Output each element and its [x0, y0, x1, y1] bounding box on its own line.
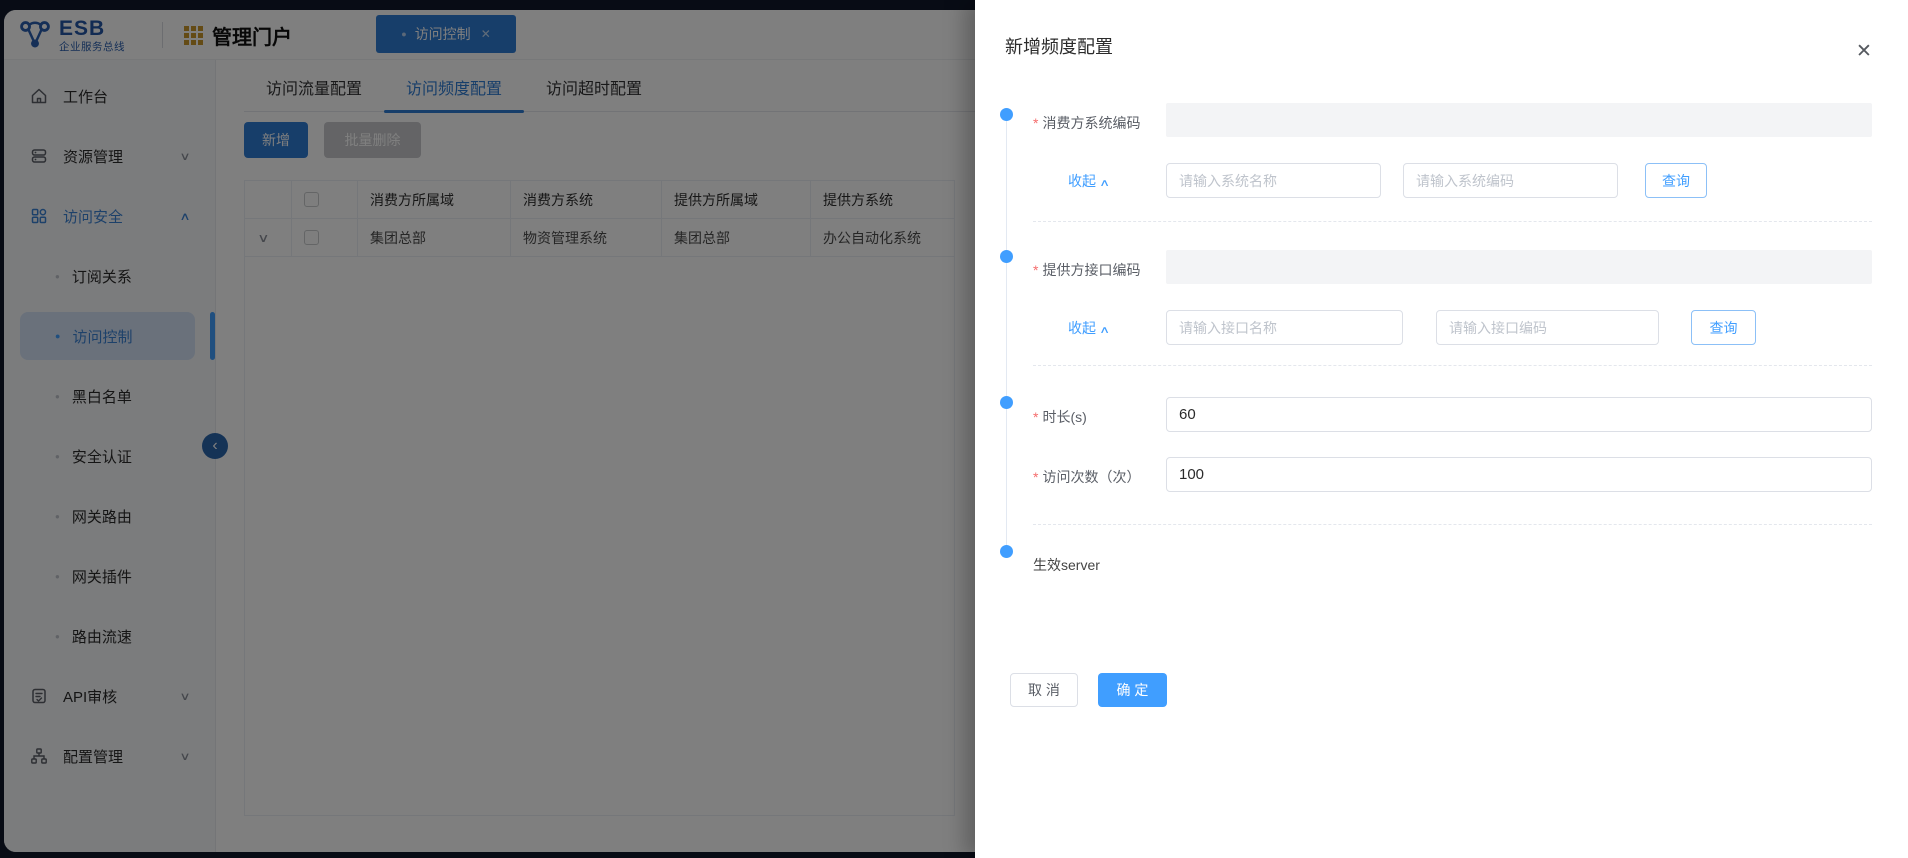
confirm-button[interactable]: 确 定 — [1098, 673, 1167, 707]
screen: ESB 企业服务总线 管理门户 ● 访问控制 ✕ 工作台 — [0, 0, 1908, 858]
required-asterisk: * — [1033, 409, 1038, 425]
section-divider — [1033, 221, 1872, 222]
collapse-link-provider[interactable]: 收起∧ — [1068, 318, 1108, 338]
timeline-dot — [1000, 396, 1013, 409]
provider-interface-code-label: *提供方接口编码 — [1033, 260, 1140, 280]
duration-label: *时长(s) — [1033, 407, 1087, 427]
timeline-dot — [1000, 108, 1013, 121]
consumer-system-code-label: *消费方系统编码 — [1033, 113, 1140, 133]
add-frequency-config-drawer: 新增频度配置 ✕ *消费方系统编码 收起∧ 查询 *提供方接口编码 收起∧ 查询 — [975, 0, 1908, 858]
drawer-close-icon[interactable]: ✕ — [1851, 38, 1877, 64]
effective-server-label: 生效server — [1033, 555, 1100, 575]
query-system-button[interactable]: 查询 — [1645, 163, 1707, 198]
drawer-title: 新增频度配置 — [1005, 33, 1113, 59]
visits-label: *访问次数（次） — [1033, 467, 1140, 487]
section-divider — [1033, 524, 1872, 525]
section-divider — [1033, 365, 1872, 366]
timeline-line — [1006, 114, 1007, 551]
duration-input[interactable] — [1166, 397, 1872, 432]
interface-code-input[interactable] — [1436, 310, 1659, 345]
chevron-up-icon: ∧ — [1099, 178, 1110, 189]
system-code-input[interactable] — [1403, 163, 1618, 198]
required-asterisk: * — [1033, 469, 1038, 485]
timeline-dot — [1000, 545, 1013, 558]
chevron-up-icon: ∧ — [1099, 325, 1110, 336]
provider-interface-code-field — [1166, 250, 1872, 284]
timeline-dot — [1000, 250, 1013, 263]
query-interface-button[interactable]: 查询 — [1691, 310, 1756, 345]
required-asterisk: * — [1033, 115, 1038, 131]
collapse-link-consumer[interactable]: 收起∧ — [1068, 171, 1108, 191]
cancel-button[interactable]: 取 消 — [1010, 673, 1078, 707]
visits-input[interactable] — [1166, 457, 1872, 492]
required-asterisk: * — [1033, 262, 1038, 278]
interface-name-input[interactable] — [1166, 310, 1403, 345]
modal-overlay[interactable] — [0, 0, 975, 858]
consumer-system-code-field — [1166, 103, 1872, 137]
system-name-input[interactable] — [1166, 163, 1381, 198]
